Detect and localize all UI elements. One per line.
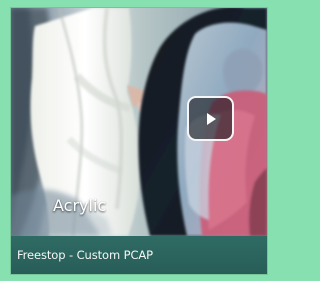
caption-bar[interactable]: Freestop - Custom PCAP <box>11 236 267 274</box>
video-overlay-label: Acrylic <box>53 196 107 215</box>
video-card[interactable]: Acrylic Freestop - Custom PCAP <box>11 8 267 274</box>
video-caption[interactable]: Freestop - Custom PCAP <box>17 248 153 262</box>
play-icon <box>206 112 216 125</box>
play-button[interactable] <box>187 96 234 141</box>
video-thumbnail[interactable]: Acrylic <box>11 8 267 236</box>
